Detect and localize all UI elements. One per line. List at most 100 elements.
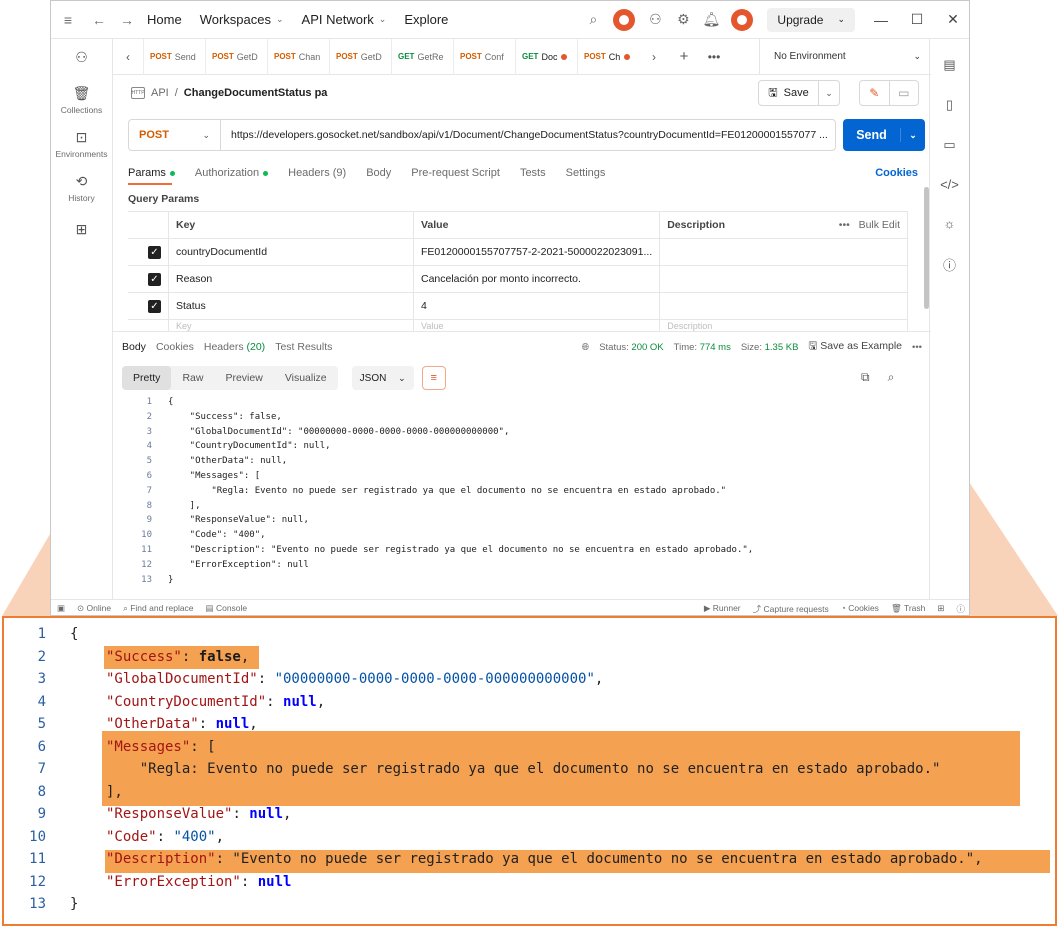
sidebar-item-collections[interactable]: 🗑︎ Collections	[51, 85, 112, 115]
tab-prerequest[interactable]: Pre-request Script	[411, 167, 500, 179]
request-tab[interactable]: GET Doc	[515, 38, 577, 75]
nav-api-network[interactable]: API Network ⌄	[302, 12, 387, 27]
find-replace-button[interactable]: ⌕ Find and replace	[123, 603, 193, 614]
param-description[interactable]	[659, 238, 908, 266]
breadcrumb-current[interactable]: ChangeDocumentStatus pa	[184, 87, 328, 99]
param-description[interactable]	[659, 265, 908, 293]
search-icon[interactable]: ⌕	[888, 370, 895, 385]
tab-params[interactable]: Params	[128, 167, 175, 179]
param-value[interactable]: FE0120000155707757-2-2021-5000022023091.…	[412, 238, 661, 266]
save-main[interactable]: 🖫︎ Save	[759, 81, 819, 105]
chevron-down-icon[interactable]: ⌄	[901, 130, 925, 141]
pencil-icon[interactable]: ✎	[860, 81, 889, 105]
sidebar-item-environments[interactable]: ⊡ Environments	[51, 129, 112, 159]
avatar[interactable]	[613, 8, 636, 31]
trash-button[interactable]: 🗑︎ Trash	[891, 603, 925, 615]
runner-button[interactable]: ▶ Runner	[704, 603, 741, 615]
format-preview[interactable]: Preview	[214, 366, 273, 390]
send-button[interactable]: Send ⌄	[843, 119, 925, 151]
param-key-placeholder[interactable]: Key	[168, 319, 414, 332]
bell-icon[interactable]: 🔔︎	[697, 1, 725, 39]
tab-tests[interactable]: Tests	[520, 167, 546, 179]
param-key[interactable]: Reason	[168, 265, 414, 293]
sidebar-item-add[interactable]: ⊞	[51, 221, 112, 241]
close-icon[interactable]: ✕	[935, 1, 969, 39]
request-tab[interactable]: POST GetD	[329, 38, 391, 75]
params-scrollbar[interactable]	[924, 187, 929, 309]
copy-icon[interactable]: ⧉	[861, 370, 870, 385]
invite-icon[interactable]: ⚇	[641, 1, 669, 39]
format-visualize[interactable]: Visualize	[274, 366, 338, 390]
tab-settings[interactable]: Settings	[566, 167, 606, 179]
sidebar-item-team[interactable]: ⚇	[51, 49, 112, 69]
nav-explore[interactable]: Explore	[404, 12, 448, 27]
tab-body[interactable]: Body	[366, 167, 391, 179]
layout-icon[interactable]: ⊞	[937, 603, 944, 615]
new-tab-icon[interactable]: +	[669, 48, 699, 65]
tab-authorization[interactable]: Authorization	[195, 167, 269, 179]
wrap-lines-icon[interactable]: ≡	[421, 366, 446, 390]
request-tab-active[interactable]: POST Ch	[577, 38, 639, 75]
code-icon[interactable]: </>	[940, 177, 959, 192]
param-key[interactable]: Status	[168, 292, 414, 320]
forward-icon[interactable]: →	[113, 1, 141, 39]
request-tab[interactable]: POST Send	[143, 38, 205, 75]
sidebar-item-history[interactable]: ⟲ History	[51, 173, 112, 203]
checkbox-checked[interactable]: ✓	[148, 272, 161, 286]
console-button[interactable]: ▤ Console	[206, 603, 248, 614]
format-raw[interactable]: Raw	[171, 366, 214, 390]
help-icon[interactable]: ⓘ	[956, 603, 965, 615]
minimize-icon[interactable]: —	[863, 1, 899, 39]
request-tab[interactable]: POST GetD	[205, 38, 267, 75]
tabs-right-icon[interactable]: ›	[639, 50, 669, 64]
checkbox-checked[interactable]: ✓	[148, 299, 161, 313]
breadcrumb-root[interactable]: API	[151, 87, 169, 99]
nav-home[interactable]: Home	[147, 12, 182, 27]
upgrade-button[interactable]: Upgrade ⌄	[767, 7, 855, 32]
response-tab-headers[interactable]: Headers (20)	[204, 341, 265, 353]
info-icon[interactable]: ⓘ	[943, 255, 956, 274]
request-tab[interactable]: POST Chan	[267, 38, 329, 75]
url-input[interactable]: https://developers.gosocket.net/sandbox/…	[221, 129, 835, 141]
param-description[interactable]	[659, 292, 908, 320]
response-tab-body[interactable]: Body	[122, 341, 146, 353]
gear-icon[interactable]: ⚙	[669, 1, 697, 39]
request-tab[interactable]: POST Conf	[453, 38, 515, 75]
save-as-example-button[interactable]: 🖫︎ Save as Example	[808, 338, 902, 356]
method-select[interactable]: POST ⌄	[129, 120, 221, 150]
avatar[interactable]	[731, 8, 754, 31]
back-icon[interactable]: ←	[85, 1, 113, 39]
tabs-left-icon[interactable]: ‹	[113, 50, 143, 64]
checkbox-checked[interactable]: ✓	[148, 245, 161, 259]
documentation-icon[interactable]: ▯	[946, 97, 953, 113]
bulk-edit-link[interactable]: ••• Bulk Edit	[839, 219, 900, 231]
cookies-button[interactable]: ◔ Cookies	[841, 603, 879, 615]
tab-headers[interactable]: Headers (9)	[288, 167, 346, 179]
online-status[interactable]: ⊙ Online	[77, 603, 111, 614]
more-icon[interactable]: •••	[912, 342, 922, 353]
environment-settings-icon[interactable]: ▤	[943, 57, 955, 73]
environment-select[interactable]: No Environment ⌄	[759, 38, 931, 75]
param-value[interactable]: 4	[412, 292, 661, 320]
request-tab[interactable]: GET GetRe	[391, 38, 453, 75]
nav-workspaces[interactable]: Workspaces ⌄	[200, 12, 284, 27]
param-value[interactable]: Cancelación por monto incorrecto.	[412, 265, 661, 293]
chevron-down-icon[interactable]: ⌄	[819, 88, 839, 99]
response-tab-test-results[interactable]: Test Results	[275, 341, 332, 353]
save-button[interactable]: 🖫︎ Save ⌄	[758, 80, 840, 106]
format-pretty[interactable]: Pretty	[122, 366, 172, 390]
param-key[interactable]: countryDocumentId	[168, 238, 414, 266]
param-description-placeholder[interactable]: Description	[659, 319, 908, 332]
response-tab-cookies[interactable]: Cookies	[156, 341, 194, 353]
language-select[interactable]: JSON ⌄	[351, 366, 414, 390]
comments-icon[interactable]: ▭	[943, 137, 955, 153]
search-icon[interactable]: ⌕	[579, 1, 607, 39]
cookies-link[interactable]: Cookies	[875, 167, 918, 179]
menu-icon[interactable]: ≡	[51, 1, 85, 39]
maximize-icon[interactable]: ☐	[899, 1, 935, 39]
param-value-placeholder[interactable]: Value	[412, 319, 661, 332]
comment-icon[interactable]: ▭	[888, 81, 919, 105]
lightbulb-icon[interactable]: ☼	[944, 216, 956, 231]
sidebar-toggle-icon[interactable]: ▣	[57, 603, 65, 614]
response-divider[interactable]	[113, 331, 931, 332]
